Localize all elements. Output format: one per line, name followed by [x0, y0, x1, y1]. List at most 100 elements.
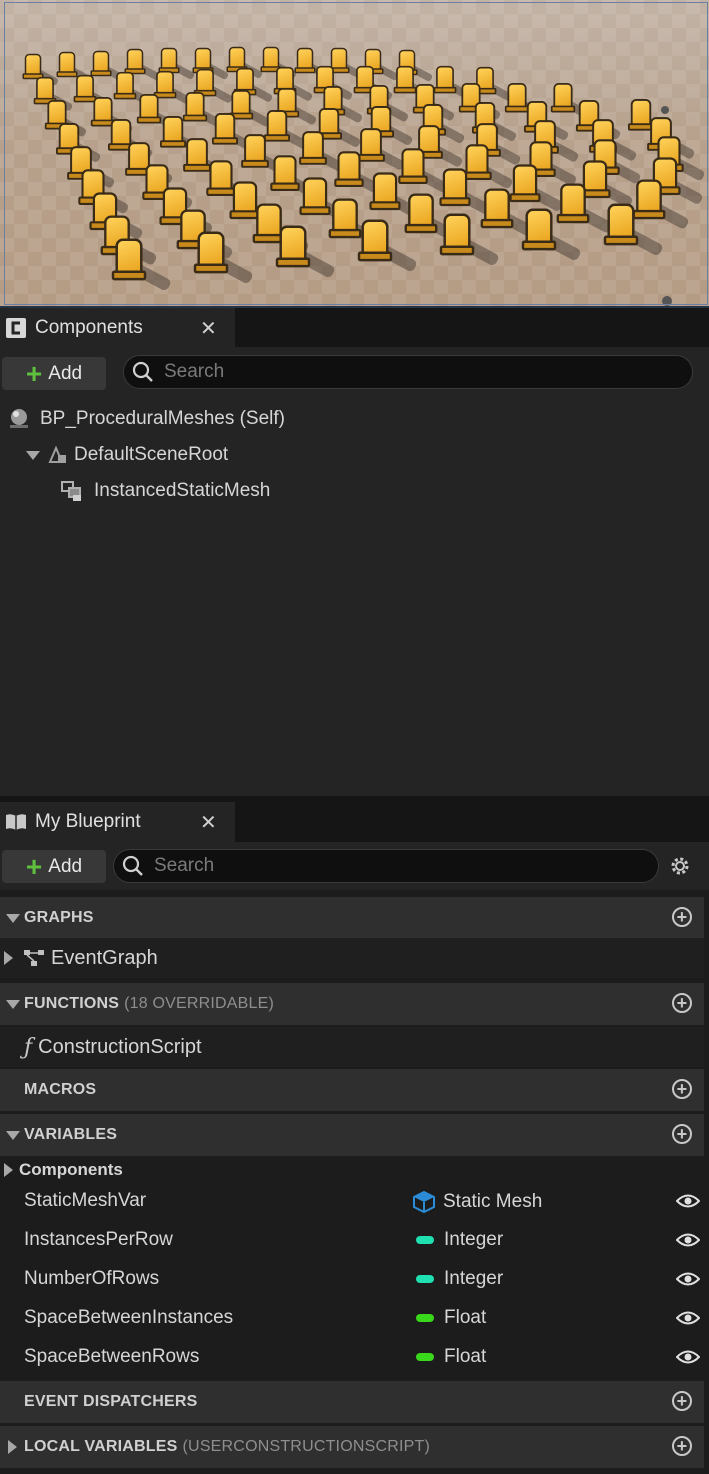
- plus-icon: +: [25, 850, 43, 882]
- add-local-variable-icon[interactable]: +: [672, 1436, 692, 1456]
- section-functions[interactable]: FUNCTIONS (18 OVERRIDABLE) +: [0, 983, 704, 1025]
- tree-item-defaultsceneroot[interactable]: DefaultSceneRoot: [26, 440, 228, 470]
- tree-item-self[interactable]: BP_ProceduralMeshes (Self): [6, 404, 285, 434]
- type-pill-icon: [416, 1314, 434, 1322]
- section-title: FUNCTIONS: [24, 995, 120, 1012]
- section-macros[interactable]: MACROS +: [0, 1069, 704, 1111]
- level-viewport[interactable]: [0, 0, 709, 308]
- search-icon: [122, 855, 143, 876]
- close-icon[interactable]: ✕: [200, 316, 217, 341]
- tree-item-label: DefaultSceneRoot: [74, 444, 229, 465]
- add-function-icon[interactable]: +: [672, 993, 692, 1013]
- viewport-frame: [4, 2, 708, 305]
- type-label: Integer: [444, 1229, 504, 1250]
- section-variables[interactable]: VARIABLES +: [0, 1114, 704, 1156]
- variable-type[interactable]: Float: [416, 1307, 486, 1329]
- section-title: VARIABLES: [24, 1126, 118, 1143]
- section-event-dispatchers[interactable]: EVENT DISPATCHERS +: [0, 1381, 704, 1423]
- graph-item-eventgraph[interactable]: EventGraph: [0, 938, 704, 978]
- type-label: Float: [444, 1346, 487, 1367]
- myblueprint-toolbar: + Add: [0, 842, 709, 890]
- add-button[interactable]: + Add: [2, 850, 106, 883]
- components-tree: BP_ProceduralMeshes (Self) DefaultSceneR…: [0, 395, 709, 796]
- variable-row[interactable]: NumberOfRows Integer: [0, 1260, 709, 1299]
- add-macro-icon[interactable]: +: [672, 1079, 692, 1099]
- category-label: Components: [19, 1160, 123, 1179]
- tree-item-label: InstancedStaticMesh: [94, 480, 271, 501]
- tab-components[interactable]: Components ✕: [0, 308, 235, 348]
- variable-name: SpaceBetweenRows: [24, 1346, 200, 1367]
- variable-name: SpaceBetweenInstances: [24, 1307, 234, 1328]
- chevron-down-icon[interactable]: [6, 913, 20, 923]
- add-component-button[interactable]: + Add: [2, 357, 106, 390]
- type-pill-icon: [416, 1353, 434, 1361]
- eye-icon[interactable]: [676, 1193, 700, 1209]
- type-pill-icon: [416, 1236, 434, 1244]
- section-subtitle: (18 OVERRIDABLE): [124, 995, 275, 1012]
- variable-name: InstancesPerRow: [24, 1229, 173, 1250]
- section-subtitle: (USERCONSTRUCTIONSCRIPT): [182, 1438, 430, 1455]
- book-icon: [5, 811, 27, 833]
- add-label: Add: [48, 855, 83, 877]
- chevron-right-icon[interactable]: [4, 1163, 13, 1177]
- add-label: Add: [48, 362, 83, 384]
- static-mesh-icon: [413, 1190, 435, 1214]
- variable-row[interactable]: SpaceBetweenRows Float: [0, 1338, 709, 1377]
- variable-category-components[interactable]: Components: [0, 1157, 704, 1183]
- chevron-down-icon[interactable]: [26, 450, 40, 460]
- chevron-down-icon[interactable]: [6, 999, 20, 1009]
- variable-type[interactable]: Float: [416, 1346, 486, 1368]
- type-pill-icon: [416, 1275, 434, 1283]
- close-icon[interactable]: ✕: [200, 810, 217, 835]
- gear-icon[interactable]: [668, 854, 692, 878]
- section-local-variables[interactable]: LOCAL VARIABLES (USERCONSTRUCTIONSCRIPT)…: [0, 1426, 704, 1468]
- type-label: Static Mesh: [443, 1191, 543, 1212]
- tree-item-instancedstaticmesh[interactable]: InstancedStaticMesh: [60, 476, 270, 506]
- graph-label: EventGraph: [51, 946, 158, 969]
- search-input[interactable]: [152, 854, 592, 878]
- actor-sphere-icon: [6, 406, 32, 432]
- eye-icon[interactable]: [676, 1271, 700, 1287]
- variable-row[interactable]: InstancesPerRow Integer: [0, 1221, 709, 1260]
- add-graph-icon[interactable]: +: [672, 907, 692, 927]
- search-input[interactable]: [162, 360, 621, 384]
- eye-icon[interactable]: [676, 1349, 700, 1365]
- section-graphs[interactable]: GRAPHS +: [0, 897, 704, 939]
- variable-row[interactable]: SpaceBetweenInstances Float: [0, 1299, 709, 1338]
- variable-type[interactable]: Integer: [416, 1268, 503, 1290]
- section-title: GRAPHS: [24, 909, 94, 926]
- instanced-mesh-icon: [60, 478, 84, 504]
- tab-label: Components: [35, 317, 143, 338]
- section-title: LOCAL VARIABLES: [24, 1438, 178, 1455]
- type-label: Integer: [444, 1268, 504, 1289]
- function-item-constructionscript[interactable]: ƒ ConstructionScript: [0, 1027, 704, 1067]
- scene-root-icon: [46, 442, 68, 468]
- chevron-right-icon[interactable]: [8, 1440, 17, 1454]
- variable-row[interactable]: StaticMeshVar Static Mesh: [0, 1182, 709, 1221]
- tab-label: My Blueprint: [35, 811, 141, 832]
- chevron-right-icon[interactable]: [4, 951, 13, 965]
- section-title: EVENT DISPATCHERS: [24, 1393, 198, 1410]
- variable-type[interactable]: Static Mesh: [412, 1190, 542, 1214]
- add-dispatcher-icon[interactable]: +: [672, 1391, 692, 1411]
- components-icon: [5, 317, 27, 339]
- tree-item-label: BP_ProceduralMeshes (Self): [40, 408, 285, 429]
- myblueprint-tabbar: My Blueprint ✕: [0, 802, 709, 842]
- event-graph-icon: [24, 950, 44, 966]
- eye-icon[interactable]: [676, 1310, 700, 1326]
- variable-name: NumberOfRows: [24, 1268, 160, 1289]
- myblueprint-search[interactable]: [113, 849, 659, 883]
- components-search[interactable]: [123, 355, 693, 389]
- type-label: Float: [444, 1307, 487, 1328]
- function-icon: ƒ: [24, 1034, 33, 1060]
- variable-type[interactable]: Integer: [416, 1229, 503, 1251]
- section-title: MACROS: [24, 1081, 97, 1098]
- tab-my-blueprint[interactable]: My Blueprint ✕: [0, 802, 235, 842]
- components-toolbar: + Add: [0, 347, 709, 395]
- variable-name: StaticMeshVar: [24, 1190, 147, 1211]
- eye-icon[interactable]: [676, 1232, 700, 1248]
- plus-icon: +: [25, 357, 43, 389]
- search-icon: [132, 361, 153, 382]
- add-variable-icon[interactable]: +: [672, 1124, 692, 1144]
- chevron-down-icon[interactable]: [6, 1130, 20, 1140]
